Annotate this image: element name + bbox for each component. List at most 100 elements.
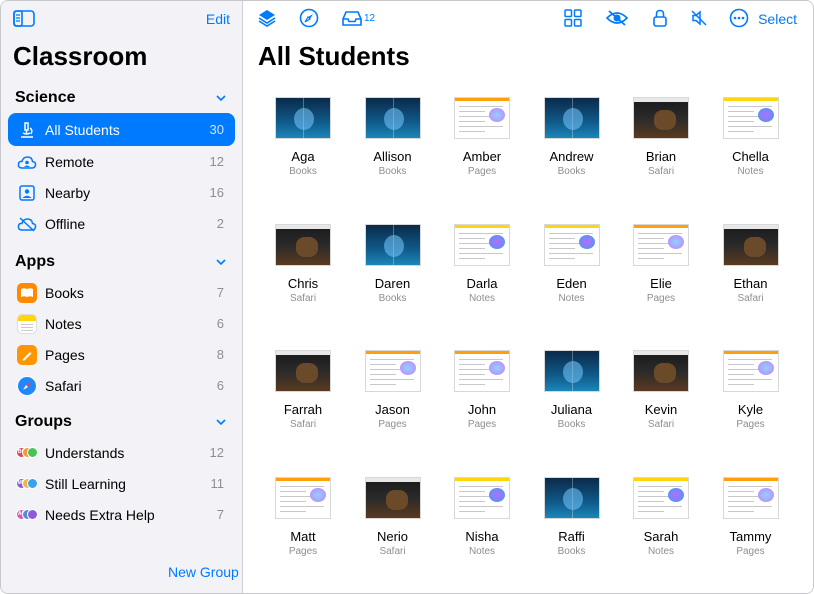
student-name: Sarah bbox=[643, 528, 679, 544]
student-tile[interactable]: Juliana Books bbox=[527, 350, 617, 430]
student-screen-thumbnail bbox=[364, 350, 421, 392]
student-tile[interactable]: John Pages bbox=[437, 350, 527, 430]
inbox-button[interactable]: 12 bbox=[341, 8, 375, 28]
student-tile[interactable]: Matt Pages bbox=[258, 476, 348, 557]
compass-icon bbox=[299, 8, 319, 28]
sidebar-item-count: 12 bbox=[209, 445, 224, 460]
student-name: Juliana bbox=[550, 402, 593, 417]
student-tile[interactable]: Kevin Safari bbox=[616, 350, 706, 430]
student-name: Nerio bbox=[376, 528, 409, 544]
student-name: Nisha bbox=[465, 528, 499, 544]
edit-button[interactable]: Edit bbox=[206, 11, 230, 27]
student-screen-thumbnail bbox=[275, 476, 331, 519]
student-tile[interactable]: Chella Notes bbox=[706, 97, 796, 177]
student-name: Raffi bbox=[558, 528, 585, 544]
books-app-icon bbox=[16, 282, 38, 304]
student-tile[interactable]: Chris Safari bbox=[258, 223, 348, 304]
student-screen-thumbnail bbox=[364, 223, 421, 266]
safari-app-icon bbox=[16, 375, 38, 397]
student-app: Safari bbox=[289, 419, 317, 430]
sidebar-toggle-icon[interactable] bbox=[13, 10, 35, 27]
sidebar-item-remote[interactable]: Remote 12 bbox=[8, 146, 235, 177]
student-tile[interactable]: Ethan Safari bbox=[706, 223, 796, 304]
student-screen-thumbnail bbox=[364, 97, 421, 139]
student-tile[interactable]: Elie Pages bbox=[616, 223, 706, 304]
more-button[interactable] bbox=[729, 8, 749, 28]
student-screen-thumbnail bbox=[722, 476, 779, 519]
student-name: Elie bbox=[650, 275, 672, 291]
student-tile[interactable]: Daren Books bbox=[348, 223, 438, 304]
student-app: Notes bbox=[647, 545, 675, 557]
page-title: All Students bbox=[258, 41, 410, 71]
student-app: Notes bbox=[737, 166, 764, 177]
sidebar-item-pages[interactable]: Pages 8 bbox=[8, 339, 235, 370]
sidebar-item-needs-extra-help[interactable]: AC Needs Extra Help 7 bbox=[8, 499, 235, 530]
student-name: Kyle bbox=[737, 402, 764, 417]
sidebar-item-count: 6 bbox=[216, 378, 224, 393]
chevron-down-icon[interactable] bbox=[216, 259, 226, 266]
student-name: Darla bbox=[466, 275, 498, 291]
select-button[interactable]: Select bbox=[758, 11, 797, 27]
student-app: Safari bbox=[379, 545, 406, 557]
main-panel: 12 Select All Students Aga Books Allison Bo… bbox=[243, 1, 813, 593]
student-tile[interactable]: Andrew Books bbox=[527, 97, 617, 177]
hide-screens-button[interactable] bbox=[605, 8, 629, 28]
layers-button[interactable] bbox=[257, 8, 277, 28]
sidebar-item-nearby[interactable]: Nearby 16 bbox=[8, 177, 235, 208]
section-science-header[interactable]: Science bbox=[1, 83, 242, 113]
student-tile[interactable]: Aga Books bbox=[258, 97, 348, 177]
student-tile[interactable]: Nerio Safari bbox=[348, 476, 438, 557]
mute-button[interactable] bbox=[690, 8, 708, 28]
group-avatars-icon: MR bbox=[16, 473, 38, 495]
sidebar-item-count: 7 bbox=[216, 285, 224, 300]
chevron-down-icon[interactable] bbox=[216, 95, 226, 102]
sidebar-item-all-students[interactable]: All Students 30 bbox=[8, 113, 235, 146]
sidebar-item-label: Pages bbox=[45, 346, 85, 363]
student-screen-thumbnail bbox=[364, 476, 421, 519]
student-tile[interactable]: Brian Safari bbox=[616, 97, 706, 177]
sidebar-item-label: Notes bbox=[45, 315, 82, 332]
sidebar-item-understands[interactable]: BC Understands 12 bbox=[8, 437, 235, 468]
sidebar-item-count: 7 bbox=[216, 507, 224, 522]
student-tile[interactable]: Jason Pages bbox=[348, 350, 438, 430]
student-tile[interactable]: Raffi Books bbox=[527, 476, 617, 557]
student-tile[interactable]: Eden Notes bbox=[527, 223, 617, 304]
section-label: Groups bbox=[15, 413, 72, 430]
section-apps-header[interactable]: Apps bbox=[1, 247, 242, 277]
sidebar-item-books[interactable]: Books 7 bbox=[8, 277, 235, 308]
new-group-button[interactable]: New Group bbox=[168, 564, 239, 580]
student-app: Notes bbox=[468, 545, 496, 557]
student-screen-thumbnail bbox=[633, 476, 689, 519]
student-tile[interactable]: Allison Books bbox=[348, 97, 438, 177]
student-app: Notes bbox=[558, 292, 585, 304]
chevron-down-icon[interactable] bbox=[216, 419, 226, 426]
navigate-button[interactable] bbox=[299, 8, 319, 28]
student-tile[interactable]: Tammy Pages bbox=[706, 476, 796, 557]
student-app: Pages bbox=[646, 292, 676, 304]
student-screen-thumbnail bbox=[454, 350, 510, 392]
student-name: Aga bbox=[291, 149, 315, 164]
sidebar-item-notes[interactable]: Notes 6 bbox=[8, 308, 235, 339]
student-tile[interactable]: Darla Notes bbox=[437, 223, 527, 304]
sidebar-item-label: Needs Extra Help bbox=[45, 506, 155, 523]
sidebar-item-count: 11 bbox=[210, 476, 225, 491]
student-screen-thumbnail bbox=[454, 97, 510, 139]
student-tile[interactable]: Nisha Notes bbox=[437, 476, 527, 557]
lock-button[interactable] bbox=[653, 8, 667, 28]
student-app: Safari bbox=[289, 292, 317, 304]
student-tile[interactable]: Farrah Safari bbox=[258, 350, 348, 430]
student-screen-thumbnail bbox=[543, 223, 600, 266]
sidebar-item-safari[interactable]: Safari 6 bbox=[8, 370, 235, 401]
student-tile[interactable]: Amber Pages bbox=[437, 97, 527, 177]
student-screen-thumbnail bbox=[722, 350, 779, 392]
sidebar-item-count: 12 bbox=[209, 154, 224, 169]
student-tile[interactable]: Sarah Notes bbox=[616, 476, 706, 557]
student-tile[interactable]: Kyle Pages bbox=[706, 350, 796, 430]
student-app: Books bbox=[289, 166, 317, 177]
grid-view-button[interactable] bbox=[564, 8, 582, 28]
sidebar-item-offline[interactable]: Offline 2 bbox=[8, 208, 235, 239]
student-name: Allison bbox=[373, 149, 412, 164]
sidebar-item-still-learning[interactable]: MR Still Learning 11 bbox=[8, 468, 235, 499]
pages-app-icon bbox=[16, 344, 38, 366]
section-groups-header[interactable]: Groups bbox=[1, 407, 242, 437]
